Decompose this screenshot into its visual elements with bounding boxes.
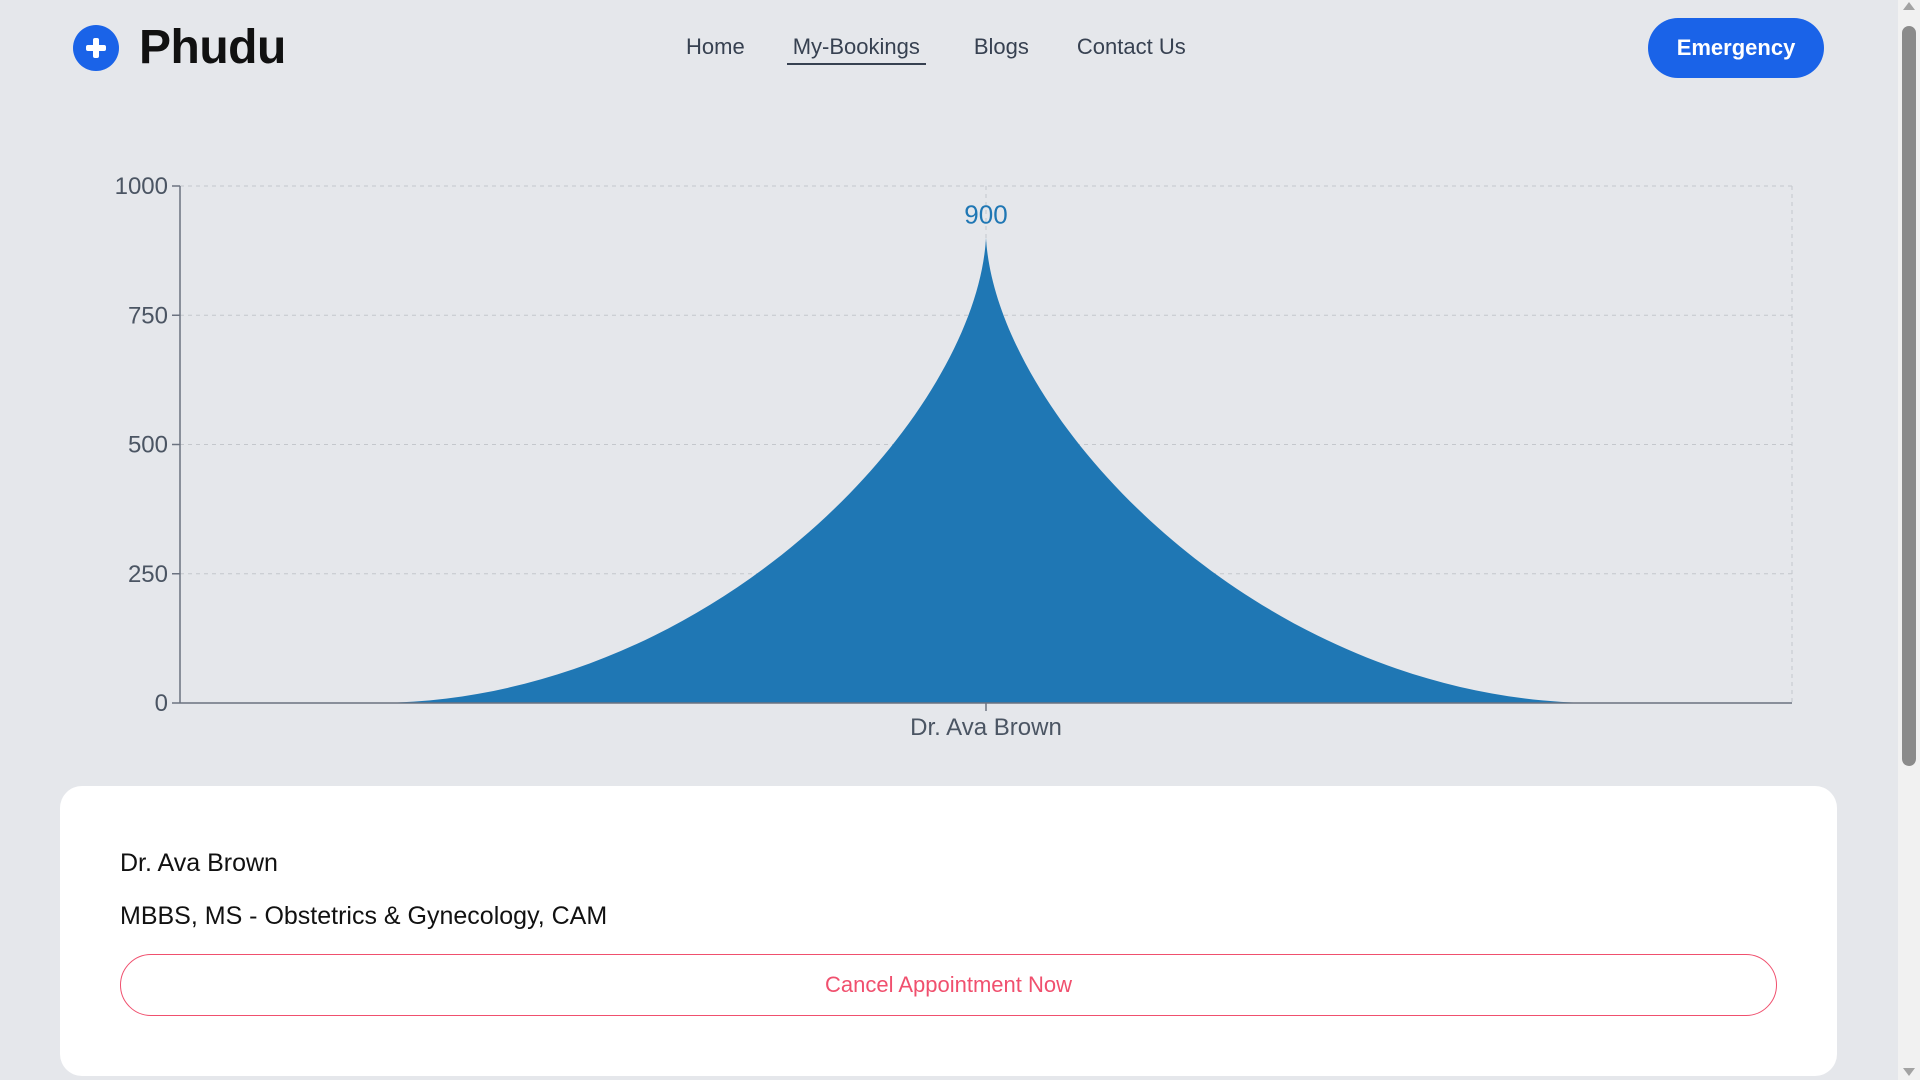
booking-chart: 0 250 500 750 1000 900 Dr. Ava Brown (0, 150, 1898, 750)
emergency-button[interactable]: Emergency (1648, 18, 1824, 78)
x-tick-label: Dr. Ava Brown (910, 714, 1062, 741)
data-label: 900 (964, 200, 1007, 230)
navbar: Phudu Home My-Bookings Blogs Contact Us … (0, 0, 1898, 97)
doctor-name: Dr. Ava Brown (120, 849, 278, 877)
scroll-thumb[interactable] (1902, 26, 1916, 766)
cancel-appointment-button[interactable]: Cancel Appointment Now (120, 954, 1777, 1016)
y-tick-label: 1000 (115, 173, 168, 200)
nav-contact-link[interactable]: Contact Us (1077, 34, 1186, 65)
scroll-up-arrow-icon[interactable] (1903, 2, 1915, 10)
brand[interactable]: Phudu (73, 21, 286, 74)
page: Phudu Home My-Bookings Blogs Contact Us … (0, 0, 1898, 1080)
nav-my-bookings-link[interactable]: My-Bookings (786, 34, 926, 65)
y-tick-label: 250 (128, 561, 168, 588)
y-tick-label: 750 (128, 302, 168, 329)
y-tick-label: 0 (155, 690, 168, 717)
nav-blogs-link[interactable]: Blogs (974, 34, 1029, 65)
main-menu: Home My-Bookings Blogs Contact Us (686, 34, 1186, 65)
doctor-qualification: MBBS, MS - Obstetrics & Gynecology, CAM (120, 902, 608, 930)
y-tick-label: 500 (128, 432, 168, 459)
scroll-down-arrow-icon[interactable] (1903, 1068, 1915, 1076)
nav-home-link[interactable]: Home (686, 34, 745, 65)
vertical-scrollbar[interactable] (1898, 0, 1920, 1080)
booking-card: Dr. Ava Brown MBBS, MS - Obstetrics & Gy… (60, 786, 1837, 1076)
brand-name: Phudu (139, 21, 286, 74)
chart-svg: 0 250 500 750 1000 900 Dr. Ava Brown (115, 173, 1793, 741)
plus-circle-icon (73, 25, 119, 71)
area-series-peak (373, 237, 1599, 703)
